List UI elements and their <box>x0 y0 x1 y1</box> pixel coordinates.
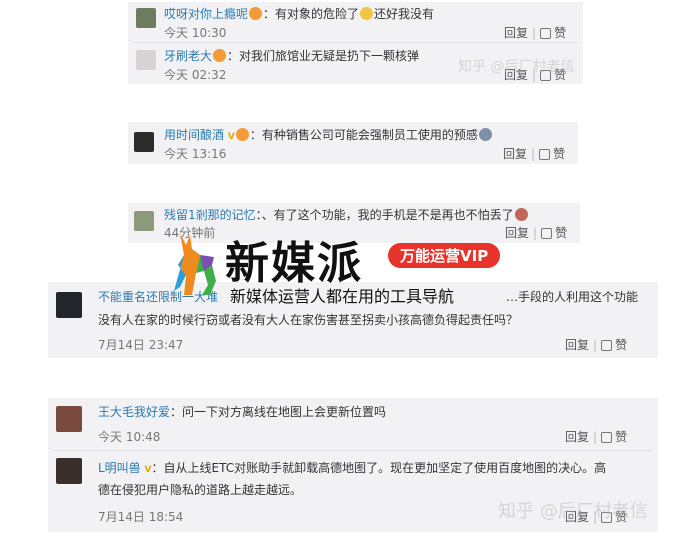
brand-subtitle: 新媒体运营人都在用的工具导航 <box>230 287 455 306</box>
like-button[interactable]: 赞 <box>615 430 627 444</box>
reply-button[interactable]: 回复 <box>503 147 527 161</box>
username[interactable]: 残留1剎那的记忆 <box>164 208 256 222</box>
comment-line: 哎呀对你上瘾呢 ：有对象的危险了 还好我没有 <box>164 7 435 21</box>
reply-button[interactable]: 回复 <box>565 338 589 352</box>
thumbs-up-icon[interactable] <box>541 228 553 239</box>
emoji-icon <box>213 49 227 62</box>
comment-actions: 回复 | 赞 <box>565 336 627 353</box>
like-button[interactable]: 赞 <box>555 226 567 240</box>
brand-badge: 万能运营VIP <box>388 243 501 268</box>
emoji-icon <box>478 128 492 141</box>
verified-badge: V <box>144 465 152 475</box>
divider: | <box>532 26 537 40</box>
comment-text-2: 德在侵犯用户隐私的道路上越走越远。 <box>98 483 303 497</box>
comment-actions: 回复 | 赞 <box>503 145 565 162</box>
thumbs-up-icon[interactable] <box>601 340 613 351</box>
divider: | <box>593 338 598 352</box>
avatar[interactable] <box>136 8 156 28</box>
username[interactable]: 牙刷老大 <box>164 49 212 63</box>
comment-line-2: 没有人在家的时候行窃或者没有大人在家伤害甚至拐卖小孩高德负得起责任吗？ <box>98 312 518 328</box>
avatar[interactable] <box>134 211 154 231</box>
comment-line: 用时间酿酒 V ：有种销售公司可能会强制员工使用的预感 <box>164 127 493 145</box>
emoji-icon <box>514 208 528 221</box>
emoji-icon <box>360 7 374 20</box>
divider: | <box>533 226 538 240</box>
thumbs-up-icon[interactable] <box>540 28 552 39</box>
thumbs-up-icon[interactable] <box>539 149 551 160</box>
comment-line: 牙刷老大 ：对我们旅馆业无疑是扔下一颗核弹 <box>164 49 420 63</box>
comment-text: 有对象的危险了 <box>275 7 360 21</box>
zhihu-watermark: 知乎 @后厂村老信 <box>458 59 575 75</box>
like-button[interactable]: 赞 <box>615 338 627 352</box>
timestamp: 7月14日 23:47 <box>98 338 184 352</box>
reply-button[interactable]: 回复 <box>565 430 589 444</box>
comment-line-2: 德在侵犯用户隐私的道路上越走越远。 <box>98 482 302 498</box>
comment-line: 残留1剎那的记忆：、有了这个功能，我的手机是不是再也不怕丢了 <box>164 207 529 223</box>
avatar[interactable] <box>136 50 156 70</box>
avatar[interactable] <box>134 132 154 152</box>
timestamp: 今天 10:48 <box>98 430 161 444</box>
comment-text: 对我们旅馆业无疑是扔下一颗核弹 <box>239 49 420 63</box>
like-button[interactable]: 赞 <box>553 147 565 161</box>
divider <box>54 450 652 451</box>
comment-line: 王大毛我好爱：问一下对方离线在地图上会更新位置吗 <box>98 405 387 419</box>
divider: | <box>531 147 536 161</box>
avatar[interactable] <box>56 458 82 484</box>
timestamp: 今天 02:32 <box>164 68 227 82</box>
zhihu-watermark: 知乎 @后厂村老信 <box>498 501 648 522</box>
comment-card-2: 用时间酿酒 V ：有种销售公司可能会强制员工使用的预感 今天 13:16 回复 | 赞 <box>128 122 578 164</box>
timestamp: 7月14日 18:54 <box>98 510 184 524</box>
screenshot-root: { "comments": [ {"user":"哎呀对你上瘾呢","text"… <box>0 0 677 537</box>
username[interactable]: 王大毛我好爱 <box>98 405 170 419</box>
comment-line: L明叫兽 V：自从上线ETC对账助手就卸载高德地图了。现在更加坚定了使用百度地图… <box>98 460 606 478</box>
thumbs-up-icon[interactable] <box>601 432 613 443</box>
avatar[interactable] <box>56 406 82 432</box>
emoji-icon <box>249 7 263 20</box>
comment-text-2: 还好我没有 <box>374 7 435 21</box>
comment-actions: 回复 | 赞 <box>565 428 627 445</box>
deer-logo-icon <box>174 233 216 295</box>
divider <box>134 42 577 43</box>
comment-text: 有种销售公司可能会强制员工使用的预感 <box>261 128 478 142</box>
divider: | <box>593 430 598 444</box>
like-button[interactable]: 赞 <box>554 26 566 40</box>
comment-text: 自从上线ETC对账助手就卸载高德地图了。现在更加坚定了使用百度地图的决心。高 <box>163 461 607 475</box>
verified-badge: V <box>227 132 235 142</box>
timestamp: 今天 13:16 <box>164 147 227 161</box>
comment-text-2: 没有人在家的时候行窃或者没有大人在家伤害甚至拐卖小孩高德负得起责任吗？ <box>98 313 519 327</box>
timestamp: 今天 10:30 <box>164 26 227 40</box>
username[interactable]: 哎呀对你上瘾呢 <box>164 7 248 21</box>
username[interactable]: L明叫兽 <box>98 461 141 475</box>
avatar[interactable] <box>56 292 82 318</box>
brand-title: 新媒派 <box>225 238 363 289</box>
comment-text: 、有了这个功能，我的手机是不是再也不怕丢了 <box>261 208 514 222</box>
comment-text: 问一下对方离线在地图上会更新位置吗 <box>182 405 387 419</box>
emoji-icon <box>235 128 249 141</box>
reply-button[interactable]: 回复 <box>504 26 528 40</box>
brand-overlay: 新媒派 万能运营VIP 新媒体运营人都在用的工具导航 <box>170 225 530 306</box>
comment-actions: 回复 | 赞 <box>504 24 566 41</box>
username[interactable]: 用时间酿酒 <box>164 128 224 142</box>
